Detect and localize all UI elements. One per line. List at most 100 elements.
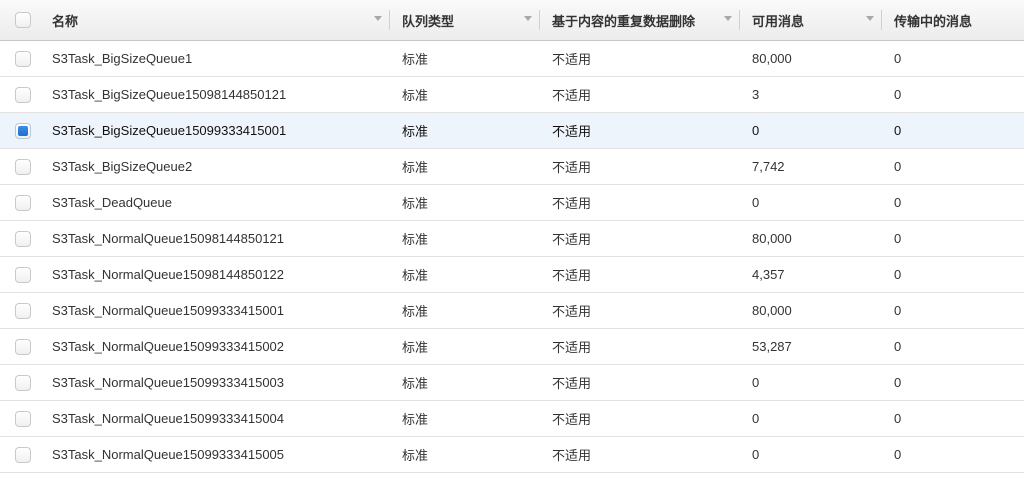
dedup-cell: 不适用 [552,412,592,427]
row-checkbox[interactable] [15,122,31,139]
queue-type-cell: 标准 [402,160,429,175]
row-checkbox[interactable] [15,338,31,355]
row-select-cell [0,302,40,319]
row-checkbox[interactable] [15,194,31,211]
queue-name-cell: S3Task_NormalQueue15099333415004 [52,411,285,426]
queue-type-cell: 标准 [402,88,429,103]
queue-type-cell: 标准 [402,340,429,355]
column-header-name-label: 名称 [52,13,79,29]
dedup-cell: 不适用 [552,340,592,355]
inflight-messages-cell: 0 [894,303,902,318]
inflight-messages-cell: 0 [894,87,902,102]
row-select-cell [0,230,40,247]
sort-caret-icon[interactable] [866,16,874,21]
row-checkbox[interactable] [15,446,31,463]
row-checkbox[interactable] [15,410,31,427]
table-row[interactable]: S3Task_BigSizeQueue15099333415001 标准 不适用 0 0 [0,113,1024,149]
available-messages-cell: 0 [752,195,760,210]
inflight-messages-cell: 0 [894,159,902,174]
available-messages-cell: 80,000 [752,51,792,66]
row-select-cell [0,158,40,175]
dedup-cell: 不适用 [552,268,592,283]
queue-name-cell: S3Task_NormalQueue15099333415001 [52,303,285,318]
table-body: S3Task_BigSizeQueue1 标准 不适用 80,000 0 S3Task_B… [0,41,1024,473]
inflight-messages-cell: 0 [894,267,902,282]
dedup-cell: 不适用 [552,304,592,319]
dedup-cell: 不适用 [552,196,592,211]
row-select-cell [0,374,40,391]
column-header-type-label: 队列类型 [402,13,455,29]
dedup-cell: 不适用 [552,376,592,391]
queue-type-cell: 标准 [402,124,429,139]
row-checkbox[interactable] [15,86,31,103]
queue-type-cell: 标准 [402,196,429,211]
column-header-available-label: 可用消息 [752,13,805,29]
queue-name-cell: S3Task_BigSizeQueue15099333415001 [52,123,287,138]
column-header-dedup-label: 基于内容的重复数据删除 [552,13,696,29]
column-header-name[interactable]: 名称 [40,0,390,40]
queue-table: 名称 队列类型 基于内容的重复数据删除 可用消息 传输中的消息 S3Task_B… [0,0,1024,473]
sort-caret-icon[interactable] [524,16,532,21]
select-all-checkbox[interactable] [15,12,31,28]
inflight-messages-cell: 0 [894,411,902,426]
available-messages-cell: 53,287 [752,339,792,354]
table-row[interactable]: S3Task_NormalQueue15099333415003 标准 不适用 0 0 [0,365,1024,401]
available-messages-cell: 4,357 [752,267,785,282]
table-row[interactable]: S3Task_DeadQueue 标准 不适用 0 0 [0,185,1024,221]
row-checkbox[interactable] [15,50,31,67]
select-all-cell [0,0,40,40]
row-checkbox[interactable] [15,266,31,283]
row-checkbox[interactable] [15,302,31,319]
row-checkbox[interactable] [15,374,31,391]
inflight-messages-cell: 0 [894,195,902,210]
row-select-cell [0,338,40,355]
dedup-cell: 不适用 [552,88,592,103]
sort-caret-icon[interactable] [374,16,382,21]
inflight-messages-cell: 0 [894,339,902,354]
queue-name-cell: S3Task_NormalQueue15099333415003 [52,375,285,390]
table-row[interactable]: S3Task_BigSizeQueue1 标准 不适用 80,000 0 [0,41,1024,77]
table-row[interactable]: S3Task_NormalQueue15099333415004 标准 不适用 0 0 [0,401,1024,437]
available-messages-cell: 3 [752,87,760,102]
available-messages-cell: 7,742 [752,159,785,174]
queue-type-cell: 标准 [402,268,429,283]
queue-name-cell: S3Task_DeadQueue [52,195,172,210]
dedup-cell: 不适用 [552,52,592,67]
table-row[interactable]: S3Task_BigSizeQueue15098144850121 标准 不适用 3 0 [0,77,1024,113]
inflight-messages-cell: 0 [894,51,902,66]
queue-type-cell: 标准 [402,412,429,427]
row-select-cell [0,50,40,67]
dedup-cell: 不适用 [552,124,592,139]
row-select-cell [0,122,40,139]
queue-name-cell: S3Task_NormalQueue15098144850122 [52,267,285,282]
table-header: 名称 队列类型 基于内容的重复数据删除 可用消息 传输中的消息 [0,0,1024,41]
row-select-cell [0,86,40,103]
sort-caret-icon[interactable] [724,16,732,21]
table-row[interactable]: S3Task_NormalQueue15098144850121 标准 不适用 80,… [0,221,1024,257]
row-select-cell [0,266,40,283]
dedup-cell: 不适用 [552,232,592,247]
available-messages-cell: 80,000 [752,303,792,318]
queue-name-cell: S3Task_NormalQueue15099333415005 [52,447,285,462]
queue-type-cell: 标准 [402,448,429,463]
available-messages-cell: 0 [752,411,760,426]
row-checkbox[interactable] [15,230,31,247]
table-row[interactable]: S3Task_NormalQueue15099333415001 标准 不适用 80,… [0,293,1024,329]
inflight-messages-cell: 0 [894,375,902,390]
queue-name-cell: S3Task_BigSizeQueue2 [52,159,193,174]
column-header-inflight[interactable]: 传输中的消息 [882,0,1024,40]
table-row[interactable]: S3Task_NormalQueue15099333415005 标准 不适用 0 0 [0,437,1024,473]
table-row[interactable]: S3Task_NormalQueue15099333415002 标准 不适用 53,… [0,329,1024,365]
available-messages-cell: 0 [752,447,760,462]
column-header-type[interactable]: 队列类型 [390,0,540,40]
table-row[interactable]: S3Task_BigSizeQueue2 标准 不适用 7,742 0 [0,149,1024,185]
queue-type-cell: 标准 [402,376,429,391]
table-row[interactable]: S3Task_NormalQueue15098144850122 标准 不适用 4,3… [0,257,1024,293]
inflight-messages-cell: 0 [894,123,902,138]
queue-name-cell: S3Task_BigSizeQueue15098144850121 [52,87,287,102]
row-checkbox[interactable] [15,158,31,175]
queue-name-cell: S3Task_NormalQueue15098144850121 [52,231,285,246]
column-header-dedup[interactable]: 基于内容的重复数据删除 [540,0,740,40]
column-header-available[interactable]: 可用消息 [740,0,882,40]
dedup-cell: 不适用 [552,448,592,463]
